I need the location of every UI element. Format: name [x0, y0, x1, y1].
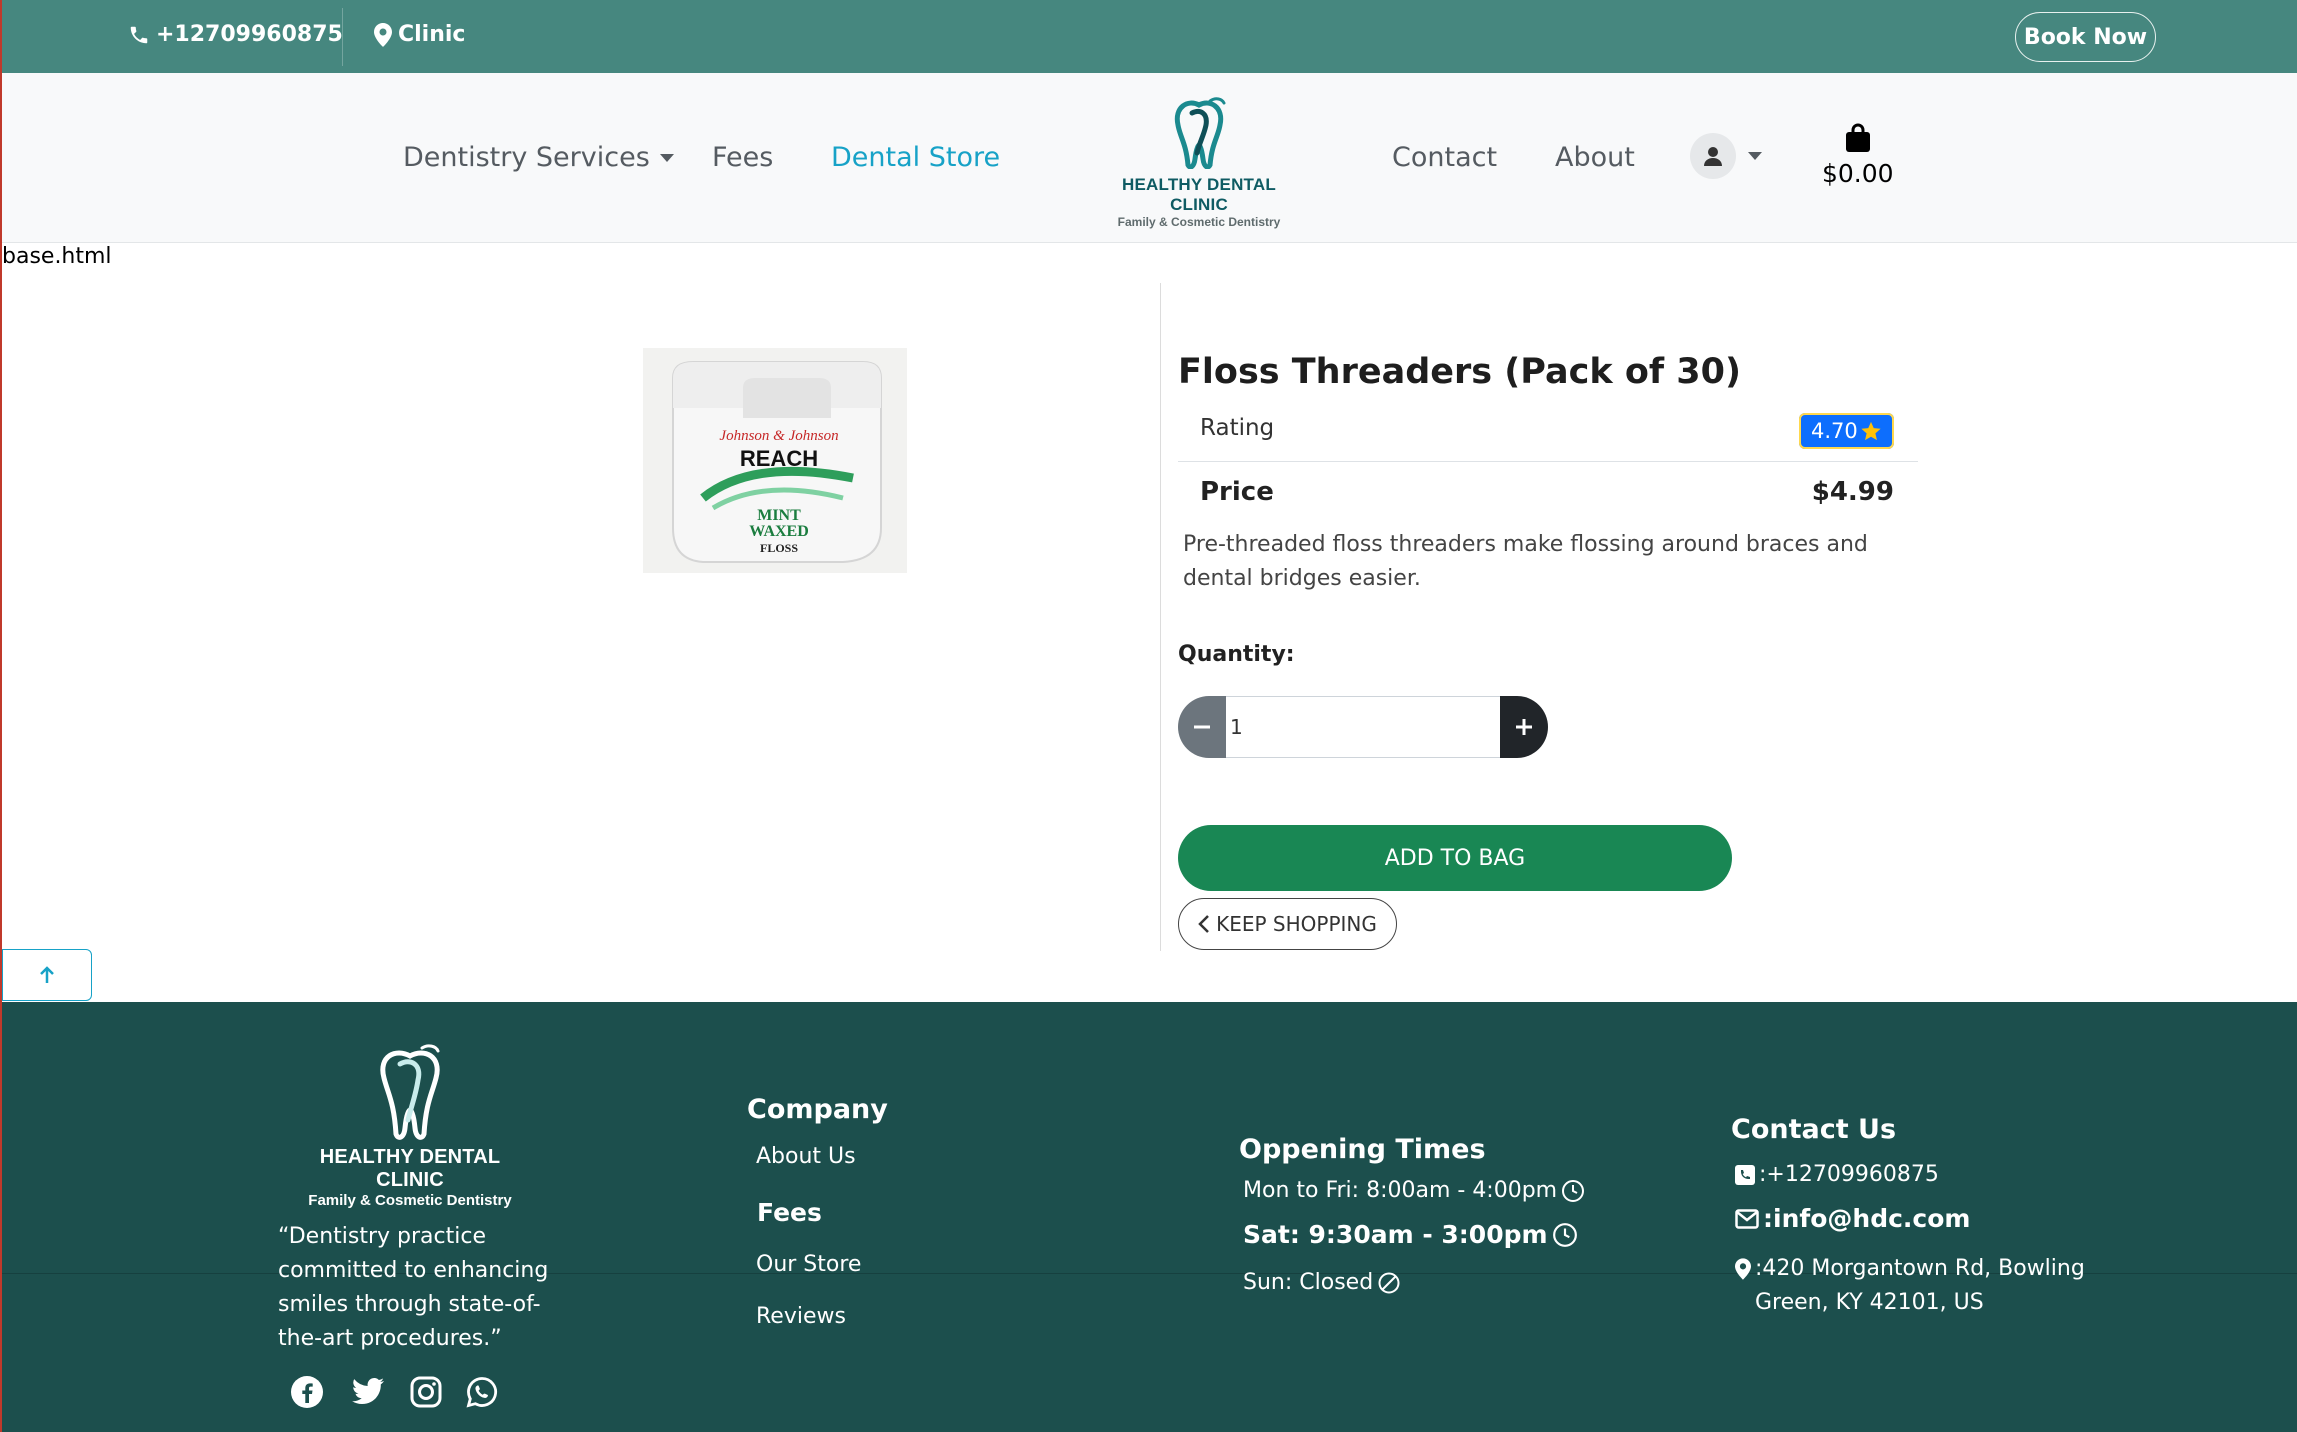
logo-tagline: Family & Cosmetic Dentistry	[1117, 215, 1281, 229]
tooth-logo-icon	[380, 1044, 440, 1140]
product-description: Pre-threaded floss threaders make flossi…	[1183, 532, 1868, 591]
book-now-button[interactable]: Book Now	[2015, 12, 2156, 62]
topbar-divider	[342, 8, 343, 66]
rating-value: 4.70	[1811, 419, 1858, 443]
map-pin-icon	[374, 22, 392, 47]
footer-logo[interactable]: HEALTHY DENTAL CLINIC Family & Cosmetic …	[300, 1042, 520, 1209]
footer-contact-email-text: :info@hdc.com	[1763, 1204, 1971, 1233]
footer-contact-address: :420 Morgantown Rd, Bowling Green, KY 42…	[1735, 1252, 2095, 1320]
column-divider	[1160, 283, 1161, 951]
star-icon	[1861, 421, 1881, 441]
footer-contact-email[interactable]: :info@hdc.com	[1735, 1204, 1970, 1233]
footer-quote: “Dentistry practice committed to enhanci…	[278, 1224, 549, 1351]
clock-icon	[1562, 1179, 1585, 1202]
keep-shopping-label: KEEP SHOPPING	[1216, 912, 1377, 936]
tooth-logo-icon	[1174, 97, 1226, 170]
site-logo[interactable]: HEALTHY DENTAL CLINIC Family & Cosmetic …	[1098, 95, 1300, 229]
topbar-location-text: Clinic	[398, 22, 466, 47]
product-title: Floss Threaders (Pack of 30)	[1178, 352, 1741, 392]
twitter-icon[interactable]	[350, 1374, 386, 1410]
footer-link-fees[interactable]: Fees	[757, 1198, 822, 1227]
product-image: Johnson & Johnson REACH MINT WAXED FLOSS	[643, 348, 907, 573]
quantity-input[interactable]	[1226, 696, 1500, 758]
site-footer: HEALTHY DENTAL CLINIC Family & Cosmetic …	[2, 1002, 2297, 1432]
phone-square-icon	[1735, 1164, 1755, 1185]
nav-about[interactable]: About	[1555, 142, 1635, 173]
account-dropdown[interactable]	[1690, 133, 1762, 179]
whatsapp-icon[interactable]	[464, 1374, 500, 1410]
footer-hours-weekday-text: Mon to Fri: 8:00am - 4:00pm	[1243, 1178, 1558, 1203]
main-navbar: Dentistry Services Fees Dental Store HEA…	[2, 73, 2297, 243]
footer-link-reviews[interactable]: Reviews	[756, 1304, 846, 1329]
instagram-icon[interactable]	[408, 1374, 444, 1410]
chevron-down-icon	[659, 153, 674, 162]
footer-hours-sunday-text: Sun: Closed	[1243, 1270, 1374, 1295]
footer-contact-address-text: :420 Morgantown Rd, Bowling Green, KY 42…	[1755, 1256, 2085, 1315]
ban-icon	[1378, 1272, 1400, 1293]
price-row: Price $4.99	[1178, 465, 1918, 521]
decrement-button[interactable]	[1178, 696, 1226, 758]
footer-contact-phone-text: :+12709960875	[1759, 1162, 1939, 1187]
user-icon	[1704, 147, 1722, 166]
rating-label: Rating	[1200, 415, 1275, 441]
arrow-up-icon	[40, 966, 54, 983]
template-filename: base.html	[2, 244, 112, 269]
nav-dental-store[interactable]: Dental Store	[831, 142, 1000, 173]
quantity-stepper	[1178, 696, 1548, 758]
nav-contact[interactable]: Contact	[1392, 142, 1497, 173]
chevron-left-icon	[1198, 915, 1209, 933]
quantity-label: Quantity:	[1178, 642, 1295, 667]
svg-text:WAXED: WAXED	[749, 523, 809, 540]
nav-dentistry-services[interactable]: Dentistry Services	[403, 142, 674, 173]
chevron-down-icon	[1748, 152, 1762, 160]
footer-hours-saturday-text: Sat: 9:30am - 3:00pm	[1243, 1220, 1548, 1249]
minus-icon	[1194, 725, 1210, 729]
back-to-top-button[interactable]	[2, 949, 92, 1001]
footer-contact-heading: Contact Us	[1731, 1114, 1897, 1145]
footer-logo-name: HEALTHY DENTAL CLINIC	[319, 1146, 501, 1191]
footer-link-about[interactable]: About Us	[756, 1144, 856, 1169]
svg-text:MINT: MINT	[757, 507, 801, 524]
nav-fees[interactable]: Fees	[712, 142, 773, 173]
footer-hours-saturday: Sat: 9:30am - 3:00pm	[1243, 1220, 1578, 1249]
user-avatar	[1690, 133, 1736, 179]
topbar-location[interactable]: Clinic	[374, 22, 465, 47]
phone-icon	[130, 26, 148, 43]
footer-hours-heading: Oppening Times	[1239, 1134, 1486, 1165]
footer-link-store[interactable]: Our Store	[756, 1252, 861, 1277]
footer-contact-phone[interactable]: :+12709960875	[1735, 1162, 1939, 1187]
rating-badge: 4.70	[1799, 413, 1894, 449]
price-value: $4.99	[1811, 477, 1894, 507]
shopping-bag[interactable]: $0.00	[1822, 123, 1894, 188]
svg-text:Johnson & Johnson: Johnson & Johnson	[719, 428, 838, 444]
nav-dentistry-services-label: Dentistry Services	[403, 142, 650, 173]
topbar-phone-text: +12709960875	[156, 22, 343, 47]
add-to-bag-button[interactable]: ADD TO BAG	[1178, 825, 1732, 891]
logo-name: HEALTHY DENTAL CLINIC	[1122, 175, 1276, 214]
price-label: Price	[1200, 477, 1274, 507]
footer-company-heading: Company	[747, 1094, 888, 1125]
topbar-phone[interactable]: +12709960875	[128, 22, 343, 47]
top-bar: +12709960875 Clinic Book Now	[2, 0, 2297, 73]
envelope-icon	[1735, 1208, 1759, 1229]
increment-button[interactable]	[1500, 696, 1548, 758]
keep-shopping-button[interactable]: KEEP SHOPPING	[1178, 898, 1397, 950]
bag-total: $0.00	[1822, 159, 1894, 188]
facebook-icon[interactable]	[289, 1374, 325, 1410]
svg-text:FLOSS: FLOSS	[760, 541, 798, 555]
footer-hours-sunday: Sun: Closed	[1243, 1270, 1401, 1295]
shopping-bag-icon	[1845, 123, 1870, 152]
map-pin-icon	[1735, 1258, 1751, 1280]
plus-icon	[1516, 719, 1532, 735]
footer-hours-weekday: Mon to Fri: 8:00am - 4:00pm	[1243, 1178, 1585, 1203]
footer-logo-tagline: Family & Cosmetic Dentistry	[308, 1192, 512, 1209]
clock-icon	[1552, 1222, 1577, 1247]
